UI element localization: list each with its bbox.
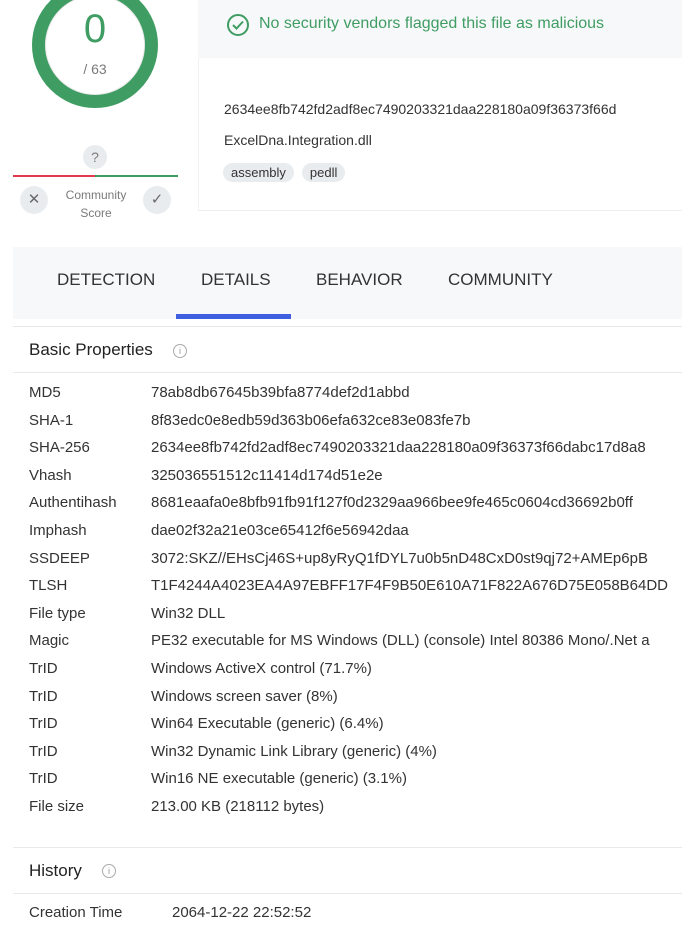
tab-behavior[interactable]: BEHAVIOR	[316, 270, 403, 290]
property-key: SHA-1	[29, 411, 74, 429]
property-row: TrID Win64 Executable (generic) (6.4%)	[29, 715, 682, 743]
property-row: TrID Windows ActiveX control (71.7%)	[29, 660, 682, 688]
check-circle-icon	[227, 14, 249, 36]
property-key: Authentihash	[29, 494, 117, 512]
property-key: TrID	[29, 660, 58, 677]
divider	[13, 893, 682, 894]
property-value[interactable]: 325036551512c11414d174d51e2e	[151, 467, 682, 484]
property-key: Imphash	[29, 522, 87, 539]
property-row: File type Win32 DLL	[29, 605, 682, 633]
verdict-banner: No security vendors flagged this file as…	[198, 0, 682, 58]
tag-assembly[interactable]: assembly	[223, 163, 294, 182]
tag-pedll[interactable]: pedll	[301, 163, 346, 182]
property-row: Vhash 325036551512c11414d174d51e2e	[29, 467, 682, 495]
tab-detection[interactable]: DETECTION	[57, 270, 155, 290]
property-key: TrID	[29, 715, 58, 733]
property-row: TrID Win32 Dynamic Link Library (generic)…	[29, 743, 682, 771]
file-summary-card: 2634ee8fb742fd2adf8ec7490203321daa228180…	[198, 58, 682, 211]
property-key: Vhash	[29, 466, 72, 484]
property-row: TrID Win16 NE executable (generic) (3.1%)	[29, 770, 682, 798]
history-row: Creation Time 2064-12-22 22:52:52	[29, 904, 682, 932]
vote-harmless-button[interactable]: ✓	[143, 186, 171, 214]
detections-count: 0	[83, 7, 107, 51]
community-score-bar-malicious	[13, 175, 95, 177]
verdict-message: No security vendors flagged this file as…	[259, 15, 605, 32]
property-key: SSDEEP	[29, 549, 90, 567]
community-score-label: Community Score	[65, 188, 127, 220]
property-value[interactable]: Win64 Executable (generic) (6.4%)	[151, 715, 682, 732]
property-value[interactable]: dae02f32a21e03ce65412f6e56942daa	[151, 522, 682, 539]
property-value[interactable]: 8681eaafa0e8bfb91fb91f127f0d2329aa966bee…	[151, 494, 682, 511]
file-hash[interactable]: 2634ee8fb742fd2adf8ec7490203321daa228180…	[224, 101, 682, 117]
tab-community[interactable]: COMMUNITY	[448, 270, 553, 290]
property-row: TrID Windows screen saver (8%)	[29, 688, 682, 716]
property-row: SSDEEP 3072:SKZ//EHsCj46S+up8yRyQ1fDYL7u0…	[29, 550, 682, 578]
property-row: Magic PE32 executable for MS Windows (DLL…	[29, 632, 682, 660]
property-key: TrID	[29, 687, 58, 705]
score-ring: 0 / 63	[32, 0, 158, 108]
detection-score-widget: 0 / 63 ? ✕ Community Score ✓	[0, 0, 190, 230]
report-tabs: DETECTION DETAILS BEHAVIOR COMMUNITY	[13, 247, 682, 319]
property-key: TLSH	[29, 577, 68, 595]
property-key: File type	[29, 604, 86, 622]
property-value[interactable]: Windows ActiveX control (71.7%)	[151, 660, 682, 677]
property-value[interactable]: Win32 Dynamic Link Library (generic) (4%…	[151, 743, 682, 760]
total-engines: / 63	[83, 61, 107, 77]
file-name: ExcelDna.Integration.dll	[224, 132, 372, 148]
property-value[interactable]: Windows screen saver (8%)	[151, 688, 682, 705]
community-score-bar-harmless	[95, 175, 178, 177]
property-row: MD5 78ab8db67645b39bfa8774def2d1abbd	[29, 384, 682, 412]
file-tags: assembly pedll	[223, 163, 346, 182]
basic-properties-title: Basic Properties	[29, 340, 153, 359]
property-row: Imphash dae02f32a21e03ce65412f6e56942daa	[29, 522, 682, 550]
divider	[13, 847, 682, 848]
vote-malicious-button[interactable]: ✕	[20, 186, 48, 214]
property-value[interactable]: Win32 DLL	[151, 605, 682, 622]
property-value[interactable]: T1F4244A4023EA4A97EBFF17F4F9B50E610A71F8…	[151, 577, 682, 594]
active-tab-indicator	[176, 314, 291, 319]
property-key: SHA-256	[29, 439, 90, 457]
property-key: TrID	[29, 742, 58, 760]
property-key: Magic	[29, 632, 70, 650]
history-key: Creation Time	[29, 904, 123, 921]
property-row: TLSH T1F4244A4023EA4A97EBFF17F4F9B50E610A…	[29, 577, 682, 605]
property-value[interactable]: PE32 executable for MS Windows (DLL) (co…	[151, 632, 682, 649]
property-value[interactable]: 78ab8db67645b39bfa8774def2d1abbd	[151, 384, 682, 401]
property-key: TrID	[29, 770, 58, 788]
property-row: SHA-1 8f83edc0e8edb59d363b06efa632ce83e08…	[29, 412, 682, 440]
property-row: File size 213.00 KB (218112 bytes)	[29, 798, 682, 826]
divider	[13, 372, 682, 373]
history-title: History	[29, 861, 82, 880]
history-value[interactable]: 2064-12-22 22:52:52	[172, 904, 311, 921]
property-key: File size	[29, 798, 85, 815]
property-value[interactable]: 2634ee8fb742fd2adf8ec7490203321daa228180…	[151, 439, 682, 456]
property-value[interactable]: Win16 NE executable (generic) (3.1%)	[151, 770, 682, 787]
property-value[interactable]: 213.00 KB (218112 bytes)	[151, 798, 682, 815]
property-value[interactable]: 3072:SKZ//EHsCj46S+up8yRyQ1fDYL7u0b5nD48…	[151, 550, 682, 567]
info-icon[interactable]: i	[173, 344, 187, 358]
community-score-question-icon[interactable]: ?	[83, 145, 107, 169]
tab-details[interactable]: DETAILS	[201, 270, 271, 290]
property-key: MD5	[29, 384, 61, 401]
property-value[interactable]: 8f83edc0e8edb59d363b06efa632ce83e083fe7b	[151, 412, 682, 429]
divider	[13, 326, 682, 327]
property-row: Authentihash 8681eaafa0e8bfb91fb91f127f0d…	[29, 494, 682, 522]
info-icon[interactable]: i	[102, 864, 116, 878]
property-row: SHA-256 2634ee8fb742fd2adf8ec7490203321da…	[29, 439, 682, 467]
